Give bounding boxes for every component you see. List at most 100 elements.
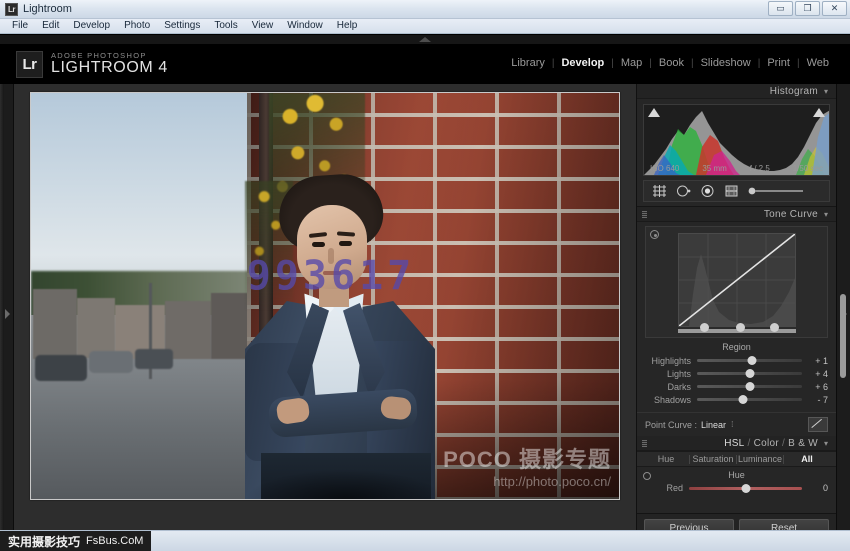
slider-track[interactable] [697, 385, 802, 388]
slider-track[interactable] [697, 359, 802, 362]
point-curve-label: Point Curve : [645, 420, 697, 430]
split-point-shadows[interactable] [700, 323, 709, 332]
targeted-adjustment-icon[interactable] [650, 230, 659, 239]
module-print[interactable]: Print [760, 57, 797, 69]
highlight-clipping-indicator[interactable] [813, 108, 825, 117]
tab-all[interactable]: All [784, 454, 830, 464]
module-library[interactable]: Library [504, 57, 552, 69]
point-curve-dropdown-icon[interactable]: ⁞ [731, 420, 733, 429]
menu-edit[interactable]: Edit [35, 19, 66, 33]
slider-knob[interactable] [741, 484, 750, 493]
bw-label[interactable]: B & W [788, 438, 818, 449]
slider-knob[interactable] [745, 382, 754, 391]
right-panel: Histogram ▾ [636, 84, 836, 543]
slider-lights[interactable]: Lights + 4 [645, 367, 828, 380]
top-panel-collapse-bar[interactable] [0, 35, 850, 44]
slider-track[interactable] [697, 398, 802, 401]
slider-shadows[interactable]: Shadows - 7 [645, 393, 828, 406]
histogram-graph[interactable]: ISO 640 35 mm f / 2.5 1/50 sec [643, 104, 830, 176]
slider-highlights[interactable]: Highlights + 1 [645, 354, 828, 367]
develop-tool-strip [643, 180, 830, 202]
menu-help[interactable]: Help [330, 19, 365, 33]
photo-subject-face [297, 205, 367, 289]
photo-canvas[interactable]: 993617 POCO 摄影专题 http://photo.poco.cn/ [30, 92, 620, 500]
slider-label: Darks [645, 382, 697, 392]
identity-plate[interactable]: Lr ADOBE PHOTOSHOP LIGHTROOM 4 [16, 51, 168, 78]
menu-tools[interactable]: Tools [207, 19, 244, 33]
slider-value: + 6 [802, 382, 828, 392]
graduated-filter-icon[interactable] [724, 184, 739, 198]
window-title: Lightroom [23, 3, 72, 15]
module-web[interactable]: Web [800, 57, 836, 69]
status-tooltip: 实用摄影技巧 FsBus.CoM [0, 531, 151, 551]
tone-curve-title: Tone Curve [764, 209, 818, 220]
exif-aperture: f / 2.5 [750, 164, 770, 173]
chevron-down-icon[interactable]: ▾ [824, 210, 828, 219]
slider-knob[interactable] [747, 356, 756, 365]
crop-overlay-icon[interactable] [652, 184, 667, 198]
hsl-title: HSL/Color/B & W [724, 438, 818, 449]
tone-curve-region: Region Highlights + 1 Lights + 4 Darks [637, 338, 836, 408]
slider-knob[interactable] [739, 395, 748, 404]
edit-point-curve-button[interactable] [808, 417, 828, 432]
right-panel-scrollbar[interactable] [840, 294, 846, 378]
chevron-down-icon[interactable]: ▾ [824, 439, 828, 448]
module-slideshow[interactable]: Slideshow [694, 57, 758, 69]
slider-label: Shadows [645, 395, 697, 405]
tab-saturation[interactable]: Saturation [690, 454, 736, 464]
panel-switch-icon[interactable] [642, 440, 647, 447]
module-develop[interactable]: Develop [554, 57, 611, 69]
hsl-label[interactable]: HSL [724, 438, 744, 449]
slider-darks[interactable]: Darks + 6 [645, 380, 828, 393]
tone-curve-panel-header[interactable]: Tone Curve ▾ [637, 207, 836, 222]
histogram-panel-header[interactable]: Histogram ▾ [637, 84, 836, 99]
panel-switch-icon[interactable] [642, 211, 647, 218]
tone-curve-svg [679, 234, 795, 326]
module-map[interactable]: Map [614, 57, 649, 69]
hsl-tabs: Hue Saturation Luminance All [637, 451, 836, 467]
shadow-clipping-indicator[interactable] [648, 108, 660, 117]
menu-settings[interactable]: Settings [157, 19, 207, 33]
tone-curve-editor[interactable] [645, 226, 828, 338]
slider-track[interactable] [697, 372, 802, 375]
module-book[interactable]: Book [652, 57, 691, 69]
menu-window[interactable]: Window [280, 19, 330, 33]
menu-file[interactable]: File [5, 19, 35, 33]
tone-curve-split-bar[interactable] [678, 329, 796, 333]
split-point-midtones[interactable] [736, 323, 745, 332]
exif-readout: ISO 640 35 mm f / 2.5 1/50 sec [644, 164, 829, 173]
point-curve-value[interactable]: Linear [701, 420, 726, 430]
slider-red-hue[interactable]: Red 0 [637, 481, 836, 495]
hsl-panel-header[interactable]: HSL/Color/B & W ▾ [637, 436, 836, 451]
image-viewer[interactable]: 993617 POCO 摄影专题 http://photo.poco.cn/ [14, 84, 636, 543]
slider-knob[interactable] [745, 369, 754, 378]
tab-hue[interactable]: Hue [643, 454, 689, 464]
brand-text: ADOBE PHOTOSHOP LIGHTROOM 4 [51, 52, 168, 77]
tab-luminance[interactable]: Luminance [737, 454, 783, 464]
color-label[interactable]: Color [754, 438, 779, 449]
close-button[interactable]: ✕ [822, 1, 847, 16]
exif-focal-length: 35 mm [702, 164, 726, 173]
red-eye-icon[interactable] [700, 184, 715, 198]
maximize-button[interactable]: ❒ [795, 1, 820, 16]
split-point-highlights[interactable] [770, 323, 779, 332]
menu-view[interactable]: View [245, 19, 281, 33]
spot-removal-icon[interactable] [676, 184, 691, 198]
slider-value: - 7 [802, 395, 828, 405]
slider-label: Red [645, 483, 689, 493]
right-panel-toggle[interactable] [836, 84, 850, 543]
photo-subject-hand [380, 395, 412, 420]
targeted-adjustment-icon[interactable] [643, 472, 651, 480]
slider-value: 0 [802, 483, 828, 493]
menu-develop[interactable]: Develop [66, 19, 117, 33]
menu-photo[interactable]: Photo [117, 19, 157, 33]
hsl-separator: / [782, 438, 785, 449]
chevron-down-icon[interactable]: ▾ [824, 87, 828, 96]
chevron-up-icon [419, 37, 431, 42]
adjustment-brush-icon[interactable] [748, 184, 806, 198]
left-panel-toggle[interactable] [0, 84, 14, 543]
tone-curve-graph[interactable] [678, 233, 796, 327]
minimize-button[interactable]: ▭ [768, 1, 793, 16]
status-text-cn: 实用摄影技巧 [8, 533, 80, 550]
slider-track[interactable] [689, 487, 802, 490]
